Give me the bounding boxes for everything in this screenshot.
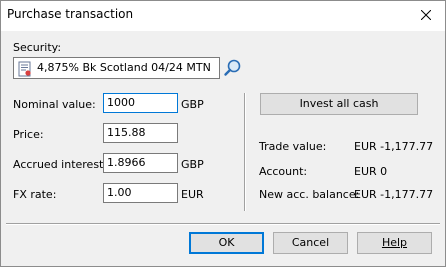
security-label: Security: — [13, 41, 62, 54]
ok-button[interactable]: OK — [189, 232, 264, 254]
nominal-currency: GBP — [181, 98, 204, 111]
new-balance-value: EUR -1,177.77 — [354, 188, 434, 201]
nominal-value-input[interactable]: 1000 — [103, 93, 178, 113]
accrued-interest-input[interactable]: 1.8966 — [103, 153, 178, 173]
close-button[interactable] — [413, 3, 439, 27]
fx-rate-input[interactable]: 1.00 — [103, 183, 178, 203]
account-label: Account: — [259, 165, 308, 178]
price-input[interactable]: 115.88 — [103, 123, 178, 143]
help-button[interactable]: Help — [357, 232, 432, 254]
price-label: Price: — [13, 128, 44, 141]
nominal-value-label: Nominal value: — [13, 98, 96, 111]
security-field[interactable]: 4,875% Bk Scotland 04/24 MTN — [13, 57, 220, 79]
security-value: 4,875% Bk Scotland 04/24 MTN — [37, 61, 211, 74]
account-value: EUR 0 — [354, 165, 388, 178]
title-bar: Purchase transaction — [1, 1, 445, 31]
accrued-interest-label: Accrued interest: — [13, 158, 108, 171]
magnifier-icon[interactable] — [223, 58, 243, 78]
invest-all-cash-button[interactable]: Invest all cash — [260, 93, 418, 115]
vertical-divider — [244, 93, 246, 211]
cancel-button[interactable]: Cancel — [273, 232, 348, 254]
fx-rate-label: FX rate: — [13, 188, 57, 201]
new-balance-label: New acc. balance: — [259, 188, 360, 201]
accrued-currency: GBP — [181, 158, 204, 171]
trade-value: EUR -1,177.77 — [354, 140, 434, 153]
fx-currency: EUR — [181, 188, 204, 201]
purchase-transaction-dialog: Purchase transaction Security: 4,875% Bk… — [0, 0, 446, 267]
button-divider — [6, 223, 440, 225]
dialog-title: Purchase transaction — [7, 7, 134, 21]
document-icon — [18, 61, 31, 77]
trade-value-label: Trade value: — [259, 140, 327, 153]
close-icon — [421, 10, 431, 20]
